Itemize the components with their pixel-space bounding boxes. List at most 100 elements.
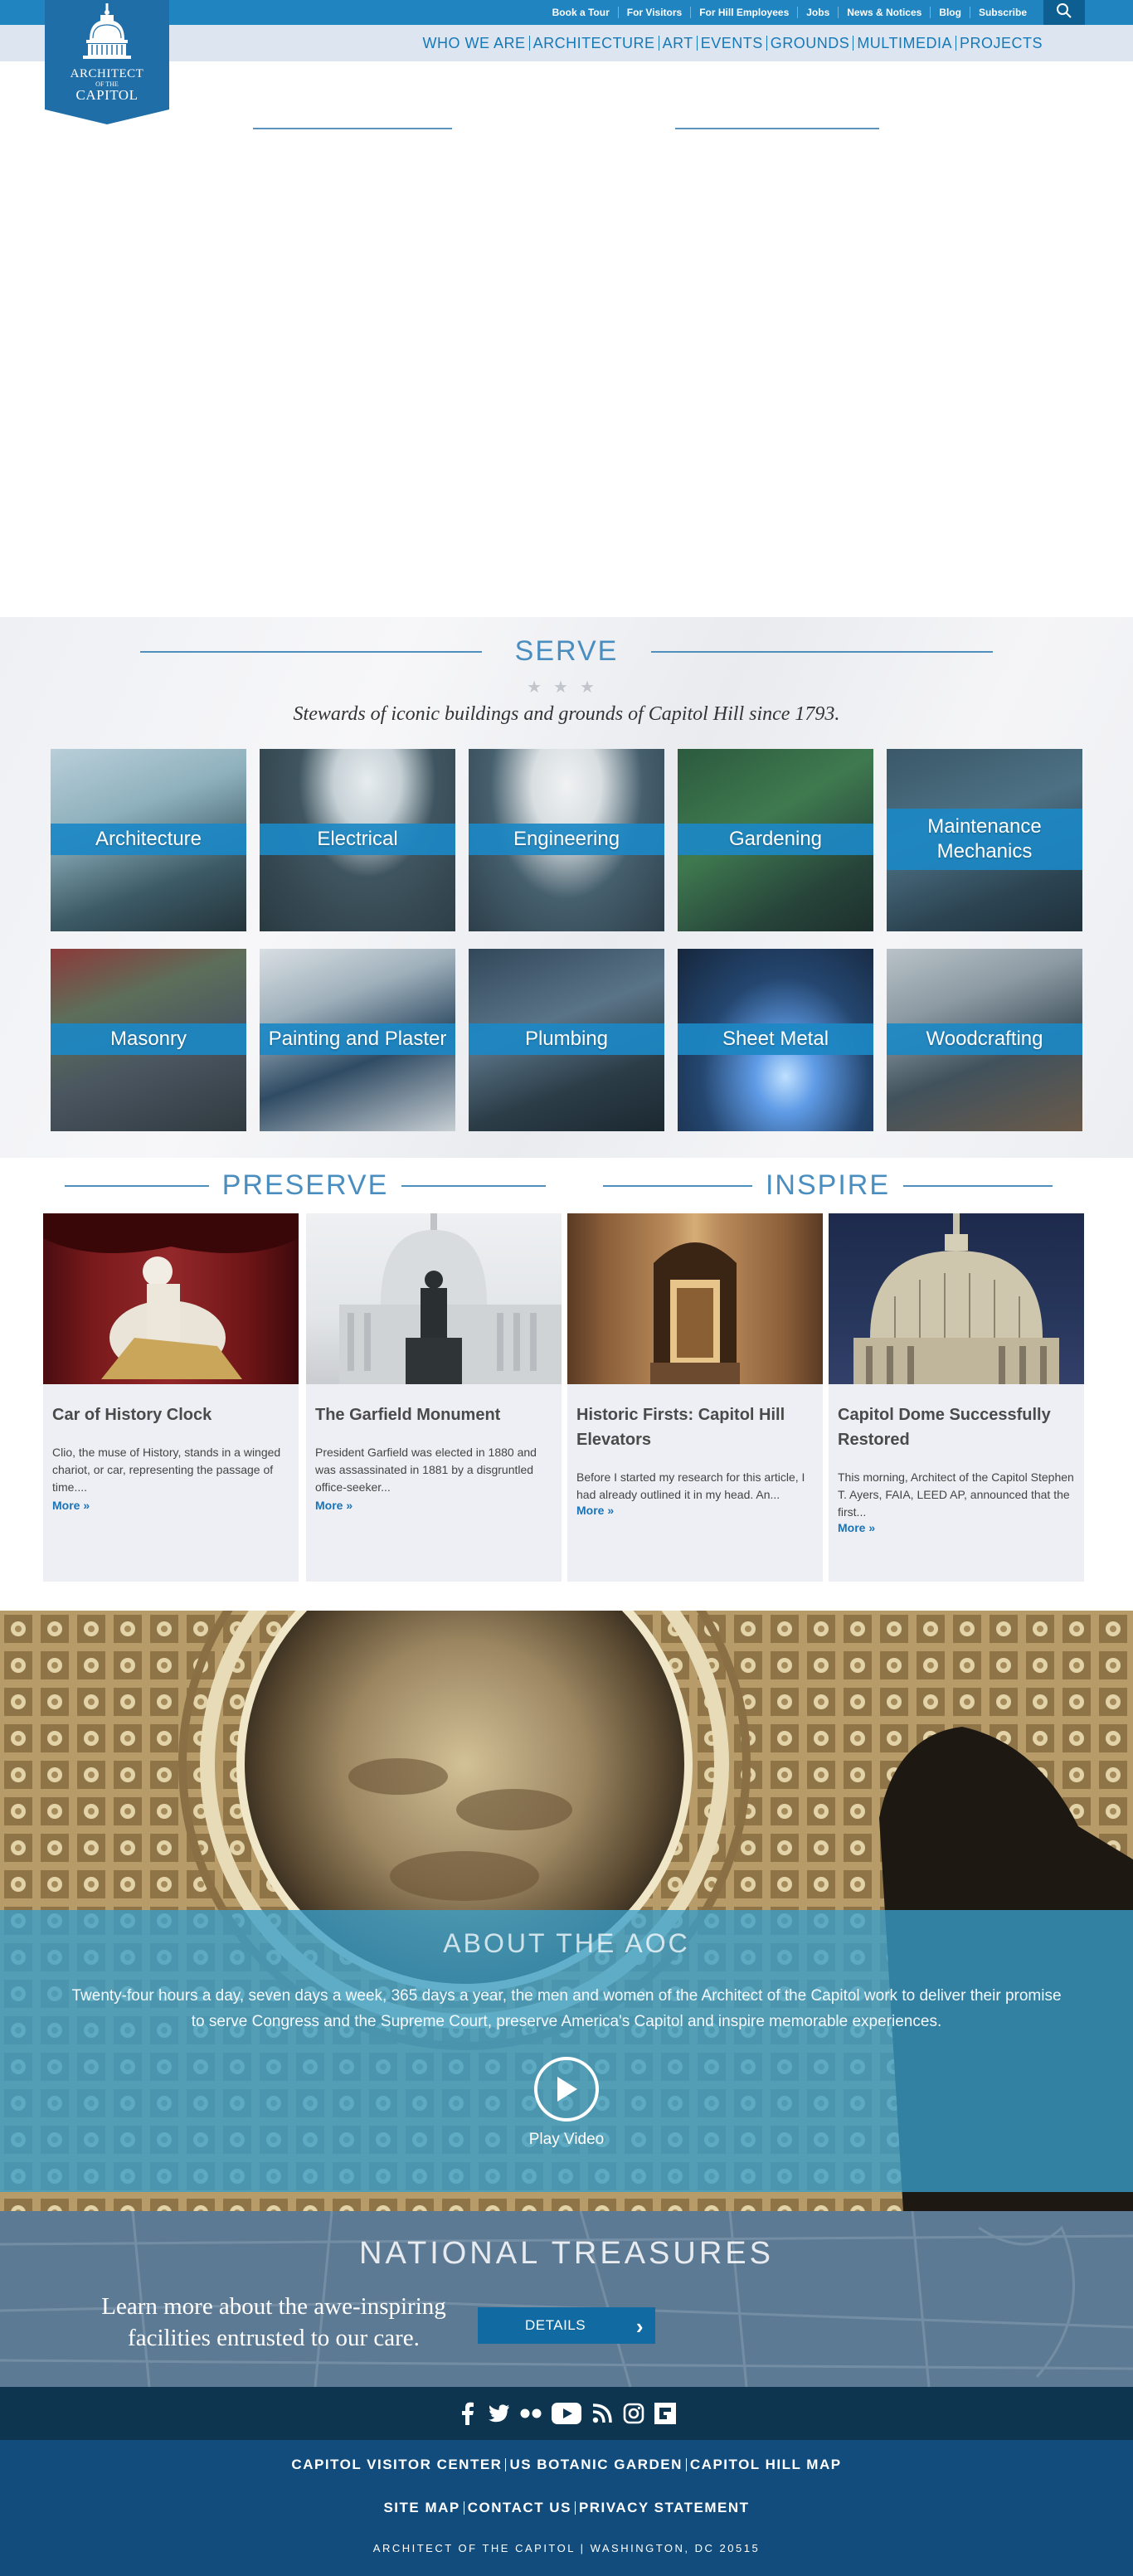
utility-link-jobs[interactable]: Jobs [797,7,838,18]
preserve-title: PRESERVE [221,1169,389,1201]
trade-label: Painting and Plaster [260,1023,455,1055]
instagram-icon[interactable] [623,2403,644,2424]
rss-icon[interactable] [591,2403,613,2424]
search-button[interactable] [1043,0,1085,25]
flipboard-icon[interactable] [654,2403,676,2424]
trade-tile-painting-and-plaster[interactable]: Painting and Plaster [260,949,455,1131]
logo-line-1: ARCHITECT [70,67,144,80]
trade-tile-architecture[interactable]: Architecture [51,749,246,931]
card-car-of-history-clock[interactable]: Car of History Clock Clio, the muse of H… [43,1213,299,1582]
treasures-text: Learn more about the awe-inspiring facil… [101,2293,446,2351]
trade-tile-engineering[interactable]: Engineering [469,749,664,931]
card-image [567,1213,823,1384]
card-title[interactable]: Historic Firsts: Capitol Hill Elevators [576,1402,814,1452]
trade-tile-electrical[interactable]: Electrical [260,749,455,931]
national-treasures-section: NATIONAL TREASURES Learn more about the … [0,2211,1133,2387]
inspire-heading: INSPIRE [587,1169,1068,1202]
utility-bar: Book a Tour For Visitors For Hill Employ… [0,0,1133,25]
main-navigation: WHO WE ARE ARCHITECTURE ART EVENTS GROUN… [0,25,1133,61]
utility-link-blog[interactable]: Blog [930,7,970,18]
aoc-logo[interactable]: ARCHITECT OF THE CAPITOL [45,0,169,124]
footer-link-site-map[interactable]: SITE MAP [380,2501,463,2515]
utility-links: Book a Tour For Visitors For Hill Employ… [544,0,1083,25]
utility-link-for-visitors[interactable]: For Visitors [617,7,690,18]
card-title[interactable]: The Garfield Monument [315,1402,552,1427]
card-title[interactable]: Capitol Dome Successfully Restored [838,1402,1075,1452]
treasures-title: NATIONAL TREASURES [359,2236,774,2271]
heading-rule [401,1184,546,1187]
card-more-link[interactable]: More » [52,1499,90,1512]
serve-heading: SERVE [66,635,1067,668]
footer-link-contact-us[interactable]: CONTACT US [463,2501,575,2515]
nav-multimedia[interactable]: MULTIMEDIA [853,36,956,51]
footer-link-capitol-visitor-center[interactable]: CAPITOL VISITOR CENTER [288,2457,505,2472]
play-icon [557,2077,577,2102]
about-aoc-section: ABOUT THE AOC Twenty-four hours a day, s… [0,1910,1133,2192]
inspire-title: INSPIRE [765,1169,891,1201]
utility-link-subscribe[interactable]: Subscribe [969,7,1035,18]
footer-link-us-botanic-garden[interactable]: US BOTANIC GARDEN [505,2457,685,2472]
capitol-dome-icon [83,3,131,59]
utility-link-news-notices[interactable]: News & Notices [838,7,930,18]
trade-label: Maintenance Mechanics [887,809,1082,870]
trade-tile-plumbing[interactable]: Plumbing [469,949,664,1131]
trade-label: Plumbing [469,1023,664,1055]
heading-rule [903,1184,1053,1187]
play-video-button[interactable] [534,2057,599,2122]
trade-tile-maintenance-mechanics[interactable]: Maintenance Mechanics [887,749,1082,931]
twitter-icon[interactable] [489,2403,510,2424]
nav-who-we-are[interactable]: WHO WE ARE [420,36,529,51]
trade-label: Engineering [469,824,664,855]
trade-label: Sheet Metal [678,1023,873,1055]
facebook-icon[interactable] [457,2402,479,2425]
card-more-link[interactable]: More » [576,1504,614,1517]
play-video-label[interactable]: Play Video [0,2131,1133,2149]
preserve-heading: PRESERVE [65,1169,546,1202]
footer-link-capitol-hill-map[interactable]: CAPITOL HILL MAP [685,2457,845,2472]
nav-events[interactable]: EVENTS [696,36,766,51]
card-capitol-hill-elevators[interactable]: Historic Firsts: Capitol Hill Elevators … [567,1213,823,1582]
card-image [43,1213,299,1384]
footer-links-secondary: SITE MAP CONTACT US PRIVACY STATEMENT [0,2501,1133,2515]
nav-grounds[interactable]: GROUNDS [766,36,853,51]
footer: CAPITOL VISITOR CENTER US BOTANIC GARDEN… [0,2440,1133,2576]
nav-art[interactable]: ART [658,36,697,51]
card-garfield-monument[interactable]: The Garfield Monument President Garfield… [306,1213,562,1582]
flickr-icon[interactable] [520,2403,542,2424]
chevron-right-icon: › [635,2314,644,2339]
about-text: Twenty-four hours a day, seven days a we… [71,1987,1062,2030]
social-bar [0,2387,1133,2440]
details-button[interactable]: DETAILS › [478,2307,655,2344]
footer-links-primary: CAPITOL VISITOR CENTER US BOTANIC GARDEN… [0,2457,1133,2472]
card-excerpt: Before I started my research for this ar… [576,1470,805,1501]
hero-rule-right [675,128,879,129]
utility-link-for-hill-employees[interactable]: For Hill Employees [690,7,797,18]
card-more-link[interactable]: More » [315,1499,353,1512]
trade-tile-woodcrafting[interactable]: Woodcrafting [887,949,1082,1131]
nav-architecture[interactable]: ARCHITECTURE [528,36,659,51]
heading-rule [139,650,482,653]
card-more-link[interactable]: More » [838,1521,875,1534]
card-excerpt: Clio, the muse of History, stands in a w… [52,1446,281,1494]
trade-label: Masonry [51,1023,246,1055]
footer-copyright: ARCHITECT OF THE CAPITOL | WASHINGTON, D… [372,2542,761,2554]
hero-slider-area [0,128,1133,129]
utility-link-book-a-tour[interactable]: Book a Tour [544,7,618,18]
youtube-icon[interactable] [552,2403,581,2424]
trade-label: Architecture [51,824,246,855]
trade-label: Woodcrafting [887,1023,1082,1055]
decorative-stars: ★★★ [527,678,606,697]
nav-projects[interactable]: PROJECTS [955,36,1046,51]
trade-tile-sheet-metal[interactable]: Sheet Metal [678,949,873,1131]
footer-link-privacy-statement[interactable]: PRIVACY STATEMENT [574,2501,753,2515]
trade-tile-masonry[interactable]: Masonry [51,949,246,1131]
trade-label: Electrical [260,824,455,855]
search-icon [1056,2,1072,23]
heading-rule [65,1184,209,1187]
about-title: ABOUT THE AOC [443,1928,690,1958]
trade-tile-gardening[interactable]: Gardening [678,749,873,931]
card-capitol-dome-restored[interactable]: Capitol Dome Successfully Restored This … [829,1213,1084,1582]
logo-line-3: CAPITOL [75,87,139,104]
card-title[interactable]: Car of History Clock [52,1402,289,1427]
card-image [306,1213,562,1384]
